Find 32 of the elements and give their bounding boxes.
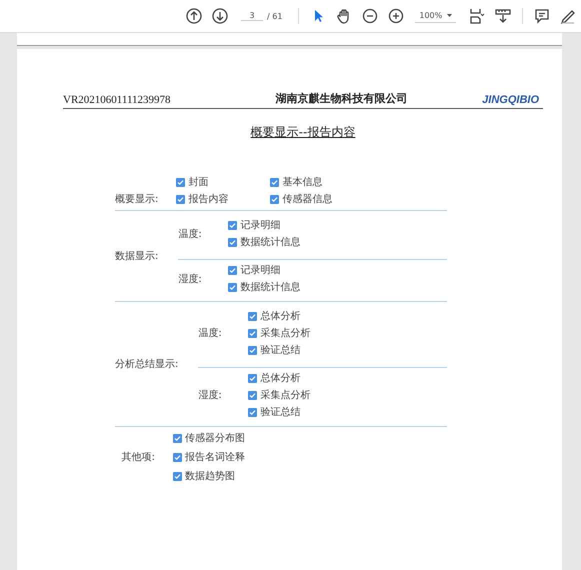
option-label: 验证总结 bbox=[260, 344, 300, 357]
option-label: 报告名词诠释 bbox=[185, 450, 245, 464]
option-label: 数据统计信息 bbox=[240, 236, 300, 249]
option-label: 报告内容 bbox=[188, 192, 228, 206]
section-label: 其他项: bbox=[120, 450, 155, 464]
group-label: 温度: bbox=[178, 228, 203, 240]
option-label: 记录明细 bbox=[240, 264, 280, 277]
option-label: 总体分析 bbox=[260, 372, 300, 385]
option-label: 基本信息 bbox=[282, 176, 322, 189]
option-label: 传感器分布图 bbox=[185, 432, 245, 445]
page-title: 概要显示--报告内容 bbox=[250, 125, 356, 139]
page-number-field[interactable]: 3 bbox=[241, 11, 263, 21]
zoom-dropdown[interactable]: 100% bbox=[415, 9, 456, 23]
option-label: 数据趋势图 bbox=[185, 470, 235, 483]
option-label: 封面 bbox=[188, 176, 208, 189]
option-label: 数据统计信息 bbox=[240, 280, 300, 294]
option-label: 传感器信息 bbox=[282, 192, 332, 206]
option-label: 验证总结 bbox=[260, 406, 300, 419]
option-label: 采集点分析 bbox=[260, 326, 310, 340]
group-label: 湿度: bbox=[178, 272, 203, 286]
option-label: 采集点分析 bbox=[260, 388, 310, 402]
section-label: 数据显示: bbox=[115, 250, 158, 263]
option-label: 总体分析 bbox=[260, 310, 300, 323]
group-label: 温度: bbox=[198, 326, 223, 340]
option-label: 记录明细 bbox=[240, 219, 280, 232]
document-id: VR20210601111239978 bbox=[63, 94, 171, 106]
company-name: 湖南京麒生物科技有限公司 bbox=[275, 91, 408, 106]
logo: JINGQIBIO bbox=[482, 94, 539, 106]
section-label: 分析总结显示: bbox=[115, 358, 178, 371]
group-label: 湿度: bbox=[198, 388, 223, 402]
page-total: / 61 bbox=[267, 12, 282, 20]
section-label: 概要显示: bbox=[115, 192, 158, 206]
